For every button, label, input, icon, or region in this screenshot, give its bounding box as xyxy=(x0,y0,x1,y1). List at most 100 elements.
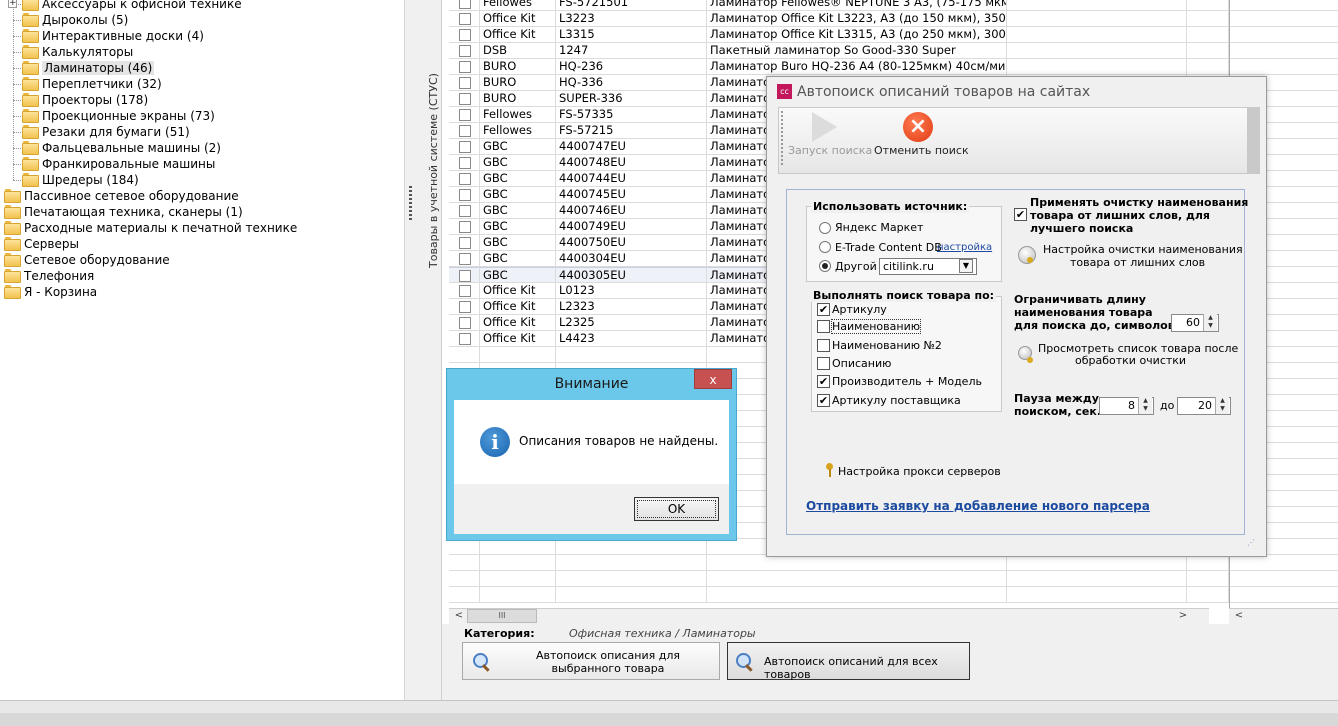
tree-item[interactable]: Проекционные экраны (73) xyxy=(22,108,215,124)
cancel-icon[interactable]: × xyxy=(903,112,933,142)
tree-item[interactable]: Ламинаторы (46) xyxy=(22,60,155,76)
tree-item[interactable]: Сетевое оборудование xyxy=(4,252,170,268)
sku-cell xyxy=(556,571,707,587)
autosearch-all-button[interactable]: Автопоиск описаний для всех товаров xyxy=(727,642,970,681)
row-checkbox[interactable] xyxy=(459,157,471,169)
splitter-grip[interactable] xyxy=(409,186,412,222)
row-checkbox[interactable] xyxy=(459,93,471,105)
pause-to-label: до xyxy=(1160,399,1175,412)
row-checkbox[interactable] xyxy=(459,253,471,265)
sku-cell: 4400749EU xyxy=(556,219,707,235)
search-by-checkbox[interactable] xyxy=(817,357,830,370)
clean-settings-link-1[interactable]: Настройка очистки наименования xyxy=(1043,243,1243,256)
table-row[interactable] xyxy=(449,571,1229,587)
tree-item[interactable]: Расходные материалы к печатной технике xyxy=(4,220,297,236)
tree-item[interactable]: Калькуляторы xyxy=(22,44,133,60)
tree-item[interactable]: Пассивное сетевое оборудование xyxy=(4,188,239,204)
table-row[interactable]: DSB 1247 Пакетный ламинатор So Good-330 Su… xyxy=(449,43,1229,59)
clean-settings-link-2[interactable]: товара от лишних слов xyxy=(1070,256,1205,269)
table-row[interactable]: Office Kit L3223 Ламинатор Office Kit L322… xyxy=(449,11,1229,27)
tree-item[interactable]: Серверы xyxy=(4,236,79,252)
row-checkbox[interactable] xyxy=(459,221,471,233)
radio-other[interactable] xyxy=(819,260,831,272)
search-by-checkbox[interactable]: ✔ xyxy=(817,375,830,388)
row-checkbox[interactable] xyxy=(459,61,471,73)
radio-yandex[interactable] xyxy=(819,222,831,234)
search-by-checkbox[interactable] xyxy=(817,339,830,352)
row-checkbox[interactable] xyxy=(459,237,471,249)
row-checkbox[interactable] xyxy=(459,109,471,121)
source-settings-link[interactable]: настройка xyxy=(937,242,992,253)
row-checkbox[interactable] xyxy=(459,13,471,25)
row-checkbox[interactable] xyxy=(459,45,471,57)
row-checkbox[interactable] xyxy=(459,333,471,345)
scroll-left-arrow-icon[interactable]: < xyxy=(451,608,467,624)
table-row[interactable]: Office Kit L3315 Ламинатор Office Kit L331… xyxy=(449,27,1229,43)
run-search-button[interactable]: Запуск поиска xyxy=(788,144,872,157)
view-list-link-2[interactable]: обработки очистки xyxy=(1075,354,1186,367)
row-checkbox[interactable] xyxy=(459,301,471,313)
play-icon[interactable] xyxy=(812,112,837,142)
limit-spinner-arrows-icon[interactable]: ▲ ▼ xyxy=(1203,314,1217,331)
radio-etrade[interactable] xyxy=(819,241,831,253)
clean-settings-icon[interactable] xyxy=(1018,246,1036,264)
search-by-checkbox[interactable]: ✔ xyxy=(817,303,830,316)
tree-item[interactable]: Переплетчики (32) xyxy=(22,76,162,92)
close-button[interactable]: x xyxy=(694,369,732,389)
row-checkbox[interactable] xyxy=(459,141,471,153)
scroll-right-arrow-icon[interactable]: > xyxy=(1175,608,1191,624)
row-select-cell xyxy=(449,43,480,59)
tree-item[interactable]: Интерактивные доски (4) xyxy=(22,28,204,44)
scroll-thumb[interactable]: III xyxy=(467,609,537,623)
row-checkbox[interactable] xyxy=(459,77,471,89)
side-scroll-left-arrow-icon[interactable]: < xyxy=(1231,608,1247,624)
magnifier-icon xyxy=(734,651,756,673)
table-row[interactable]: Fellowes FS-5721501 Ламинатор Fellowes® NE… xyxy=(449,0,1229,11)
horizontal-scrollbar[interactable] xyxy=(449,608,1209,624)
search-by-checkbox[interactable] xyxy=(817,320,830,333)
search-by-group-title: Выполнять поиск товара по: xyxy=(811,289,997,302)
key-icon[interactable] xyxy=(826,463,834,477)
tree-item[interactable]: Телефония xyxy=(4,268,94,284)
splitter[interactable] xyxy=(404,0,426,700)
ok-button[interactable]: OK xyxy=(634,497,719,521)
row-checkbox[interactable] xyxy=(459,189,471,201)
brand-cell: BURO xyxy=(480,59,556,75)
view-list-icon[interactable] xyxy=(1018,346,1033,363)
tree-item[interactable]: Шредеры (184) xyxy=(22,172,139,188)
proxy-settings-link[interactable]: Настройка прокси серверов xyxy=(838,465,1001,478)
autosearch-selected-button[interactable]: Автопоиск описания для выбранного товара xyxy=(462,642,720,680)
row-checkbox[interactable] xyxy=(459,285,471,297)
folder-icon xyxy=(22,0,39,11)
new-parser-request-link[interactable]: Отправить заявку на добавление нового па… xyxy=(806,499,1150,513)
resize-grip-icon[interactable]: ⋰ xyxy=(1247,538,1255,547)
tree-item[interactable]: Я - Корзина xyxy=(4,284,97,300)
search-by-checkbox[interactable]: ✔ xyxy=(817,394,830,407)
tree-item[interactable]: Фальцевальные машины (2) xyxy=(22,140,221,156)
pause-from-arrows-icon[interactable]: ▲ ▼ xyxy=(1138,397,1152,414)
table-row[interactable] xyxy=(449,587,1229,603)
row-checkbox[interactable] xyxy=(459,29,471,41)
tree-item-label: Я - Корзина xyxy=(24,285,98,299)
table-row[interactable]: BURO HQ-236 Ламинатор Buro HQ-236 A4 (80-1… xyxy=(449,59,1229,75)
brand-cell: GBC xyxy=(480,139,556,155)
pause-to-arrows-icon[interactable]: ▲ ▼ xyxy=(1215,397,1229,414)
table-row[interactable] xyxy=(449,555,1229,571)
tree-item[interactable]: Проекторы (178) xyxy=(22,92,148,108)
cancel-search-button[interactable]: Отменить поиск xyxy=(874,144,969,157)
tree-item[interactable]: Резаки для бумаги (51) xyxy=(22,124,190,140)
tree-item[interactable]: Франкировальные машины xyxy=(22,156,215,172)
row-checkbox[interactable] xyxy=(459,173,471,185)
tree-item[interactable]: Дыроколы (5) xyxy=(22,12,128,28)
row-checkbox[interactable] xyxy=(459,125,471,137)
row-checkbox[interactable] xyxy=(459,205,471,217)
tree-item[interactable]: Аксессуары к офисной технике xyxy=(22,0,242,12)
clean-name-checkbox[interactable]: ✔ xyxy=(1014,208,1027,221)
toolbar-overflow[interactable] xyxy=(1248,107,1260,174)
chevron-down-icon[interactable]: ▼ xyxy=(959,259,973,273)
expander-icon[interactable]: + xyxy=(8,0,17,8)
tree-item[interactable]: Печатающая техника, сканеры (1) xyxy=(4,204,243,220)
row-checkbox[interactable] xyxy=(459,270,471,282)
row-checkbox[interactable] xyxy=(459,0,471,9)
row-checkbox[interactable] xyxy=(459,317,471,329)
